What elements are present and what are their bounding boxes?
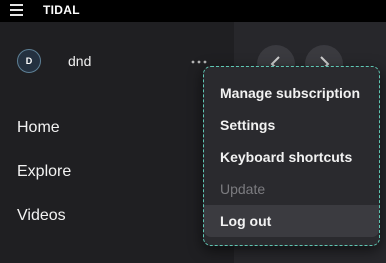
account-menu: Manage subscription Settings Keyboard sh…: [203, 66, 380, 246]
menu-item-keyboard-shortcuts[interactable]: Keyboard shortcuts: [204, 141, 379, 173]
menu-item-update: Update: [220, 181, 266, 197]
menu-item-settings[interactable]: Settings: [204, 109, 379, 141]
menu-item-manage-subscription[interactable]: Manage subscription: [204, 77, 379, 109]
username[interactable]: dnd: [68, 53, 91, 69]
app-title: TIDAL: [43, 3, 80, 17]
hamburger-icon[interactable]: [10, 4, 23, 16]
avatar[interactable]: D: [17, 49, 41, 73]
sidebar-item-home[interactable]: Home: [17, 119, 60, 137]
sidebar-item-videos[interactable]: Videos: [17, 207, 66, 225]
menu-item-log-out[interactable]: Log out: [204, 205, 379, 237]
title-bar: TIDAL: [0, 0, 386, 22]
sidebar-item-explore[interactable]: Explore: [17, 163, 71, 181]
